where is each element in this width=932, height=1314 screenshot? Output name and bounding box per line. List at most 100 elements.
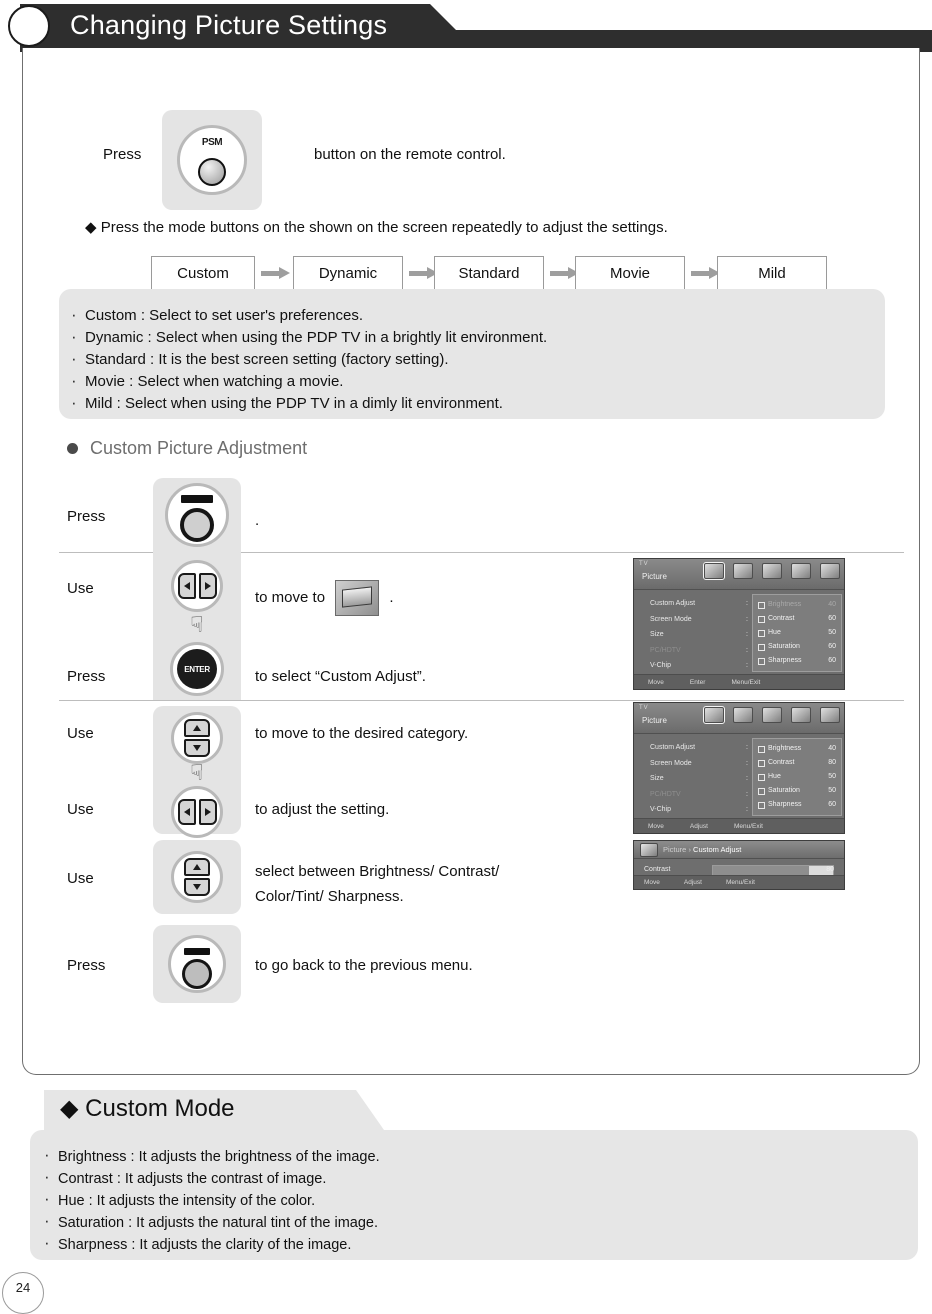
custom-mode-item: Brightness : It adjusts the brightness o…	[30, 1144, 918, 1168]
flow-chip-standard[interactable]: Standard	[434, 256, 544, 291]
osd-hint-move: Move	[648, 678, 664, 686]
step-verb: Press	[67, 508, 106, 525]
osd-sub-label: Contrast	[768, 759, 795, 766]
osd-item-label[interactable]: V-Chip	[650, 658, 745, 674]
osd-footer-hints: Move Enter Menu/Exit	[634, 674, 844, 689]
page-marker-circle-icon	[8, 5, 50, 47]
steps-table: Press . ☟ ENTER Use to move to . Press t…	[59, 478, 904, 1011]
osd-setup-category-icon[interactable]	[791, 707, 811, 723]
left-right-arrow-button-icon	[171, 560, 223, 612]
osd-hint-exit: Menu/Exit	[733, 822, 763, 830]
osd-item-label[interactable]: Size	[650, 627, 745, 643]
osd-setup-category-icon[interactable]	[791, 563, 811, 579]
osd-screenshot-custom-adjust-bar: Picture › Custom Adjust Contrast 80 Move…	[633, 840, 845, 890]
osd-breadcrumb-parent: Picture	[663, 845, 687, 854]
down-arrow-pad-icon	[184, 739, 210, 757]
osd-sub-label: Hue	[768, 629, 781, 636]
osd-time-category-icon[interactable]	[820, 563, 840, 579]
osd-breadcrumb-current: Custom Adjust	[693, 845, 742, 854]
main-content-panel: Press PSM button on the remote control. …	[22, 48, 920, 1075]
osd-sub-label: Brightness	[768, 745, 802, 752]
osd-breadcrumb-separator-icon: ›	[688, 845, 691, 854]
osd-sub-row: Brightness 40	[753, 742, 841, 756]
osd-picture-category-icon[interactable]	[703, 562, 725, 580]
step-verb: Use	[67, 870, 94, 887]
osd-sub-row: Brightness 40	[753, 598, 841, 612]
osd-sub-value: 50	[828, 773, 836, 780]
osd-titlebar: TV Picture	[634, 703, 844, 734]
osd-sub-row: Sharpness 60	[753, 798, 841, 812]
osd-item-label[interactable]: Orbiter	[650, 689, 745, 690]
step-row-select-param: Use select between Brightness/ Contrast/…	[59, 840, 904, 925]
step-verb: Press	[67, 957, 106, 974]
up-down-arrow-button-icon	[171, 851, 223, 903]
page-number: 24	[15, 1280, 31, 1295]
step-row-back: Press to go back to the previous menu.	[59, 925, 904, 1011]
osd-screenshot-picture-menu: TV Picture Custom Adjust Screen Mode Siz…	[633, 558, 845, 690]
flow-chip-mild[interactable]: Mild	[717, 256, 827, 291]
osd-channel-category-icon[interactable]	[762, 707, 782, 723]
osd-sub-value: 50	[828, 787, 836, 794]
osd-sub-value: 80	[828, 759, 836, 766]
osd-item-label[interactable]: Custom Adjust	[650, 740, 745, 756]
osd-sound-category-icon[interactable]	[733, 707, 753, 723]
menu-button-keycap[interactable]	[153, 478, 241, 552]
osd-item-label[interactable]: Screen Mode	[650, 756, 745, 772]
picture-mode-flow: Custom Dynamic Standard Movie Mild	[151, 256, 901, 292]
up-down-keycap[interactable]	[153, 840, 241, 914]
osd-item-label[interactable]: V-Chip	[650, 802, 745, 818]
osd-channel-category-icon[interactable]	[762, 563, 782, 579]
osd-item-label[interactable]: Orbiter	[650, 833, 745, 834]
psm-button-label: PSM	[201, 137, 223, 148]
osd-sub-row: Saturation 50	[753, 784, 841, 798]
osd-titlebar: TV Picture	[634, 559, 844, 590]
step-text-after: .	[389, 588, 394, 606]
osd-time-category-icon[interactable]	[820, 707, 840, 723]
psm-button-icon: PSM	[177, 125, 247, 195]
osd-sub-label: Hue	[768, 773, 781, 780]
step-text: select between Brightness/ Contrast/	[255, 863, 500, 880]
mode-note-line: ◆ Press the mode buttons on the shown on…	[85, 218, 668, 236]
osd-sub-value: 60	[828, 643, 836, 650]
osd-picture-icon	[640, 842, 658, 857]
mode-description-item: Standard : It is the best screen setting…	[59, 348, 885, 371]
osd-item-label[interactable]: Size	[650, 771, 745, 787]
custom-mode-box: Brightness : It adjusts the brightness o…	[30, 1130, 918, 1260]
right-arrow-pad-icon	[198, 799, 217, 825]
adjust-keycap-group[interactable]: ☟	[153, 706, 241, 838]
osd-breadcrumb: Picture › Custom Adjust	[663, 845, 741, 854]
osd-hint-move: Move	[648, 822, 664, 830]
osd-screenshot-picture-adjust: TV Picture Custom Adjust Screen Mode Siz…	[633, 702, 845, 834]
step-verb: Use	[67, 801, 94, 818]
page-title: Changing Picture Settings	[70, 10, 388, 40]
menu-button-text-icon	[184, 948, 210, 955]
mode-description-item: Mild : Select when using the PDP TV in a…	[59, 392, 885, 415]
osd-sub-label: Contrast	[768, 615, 795, 622]
step-text-line2: Color/Tint/ Sharpness.	[255, 888, 404, 905]
navigation-keycap-group[interactable]: ☟ ENTER	[153, 552, 241, 700]
mode-description-box: Custom : Select to set user's preference…	[59, 289, 885, 419]
osd-item-label[interactable]: Screen Mode	[650, 612, 745, 628]
flow-chip-custom[interactable]: Custom	[151, 256, 255, 291]
osd-sub-value: 60	[828, 657, 836, 664]
osd-picture-category-icon[interactable]	[703, 706, 725, 724]
custom-mode-item: Sharpness : It adjusts the clarity of th…	[30, 1232, 918, 1256]
back-keycap[interactable]	[153, 925, 241, 1003]
osd-sub-row: Hue 50	[753, 770, 841, 784]
flow-chip-movie[interactable]: Movie	[575, 256, 685, 291]
step-text-move-to: to move to .	[255, 580, 394, 616]
osd-item-label[interactable]: Custom Adjust	[650, 596, 745, 612]
step-text: .	[255, 512, 260, 529]
mode-description-item: Movie : Select when watching a movie.	[59, 370, 885, 393]
osd-sub-label: Sharpness	[768, 657, 802, 664]
enter-button-label: ENTER	[177, 649, 217, 689]
left-right-arrow-button-icon	[171, 786, 223, 838]
osd-custom-adjust-submenu: Brightness 40 Contrast 80 Hue 50 Saturation…	[752, 738, 842, 816]
osd-hint-exit: Menu/Exit	[731, 678, 761, 686]
step-text-before: to move to	[255, 588, 326, 606]
osd-sound-category-icon[interactable]	[733, 563, 753, 579]
flow-chip-dynamic[interactable]: Dynamic	[293, 256, 403, 291]
picture-menu-thumbnail-icon	[335, 580, 380, 616]
psm-button-keycap[interactable]: PSM	[162, 110, 262, 210]
osd-breadcrumb-bar: Picture › Custom Adjust	[634, 841, 844, 859]
